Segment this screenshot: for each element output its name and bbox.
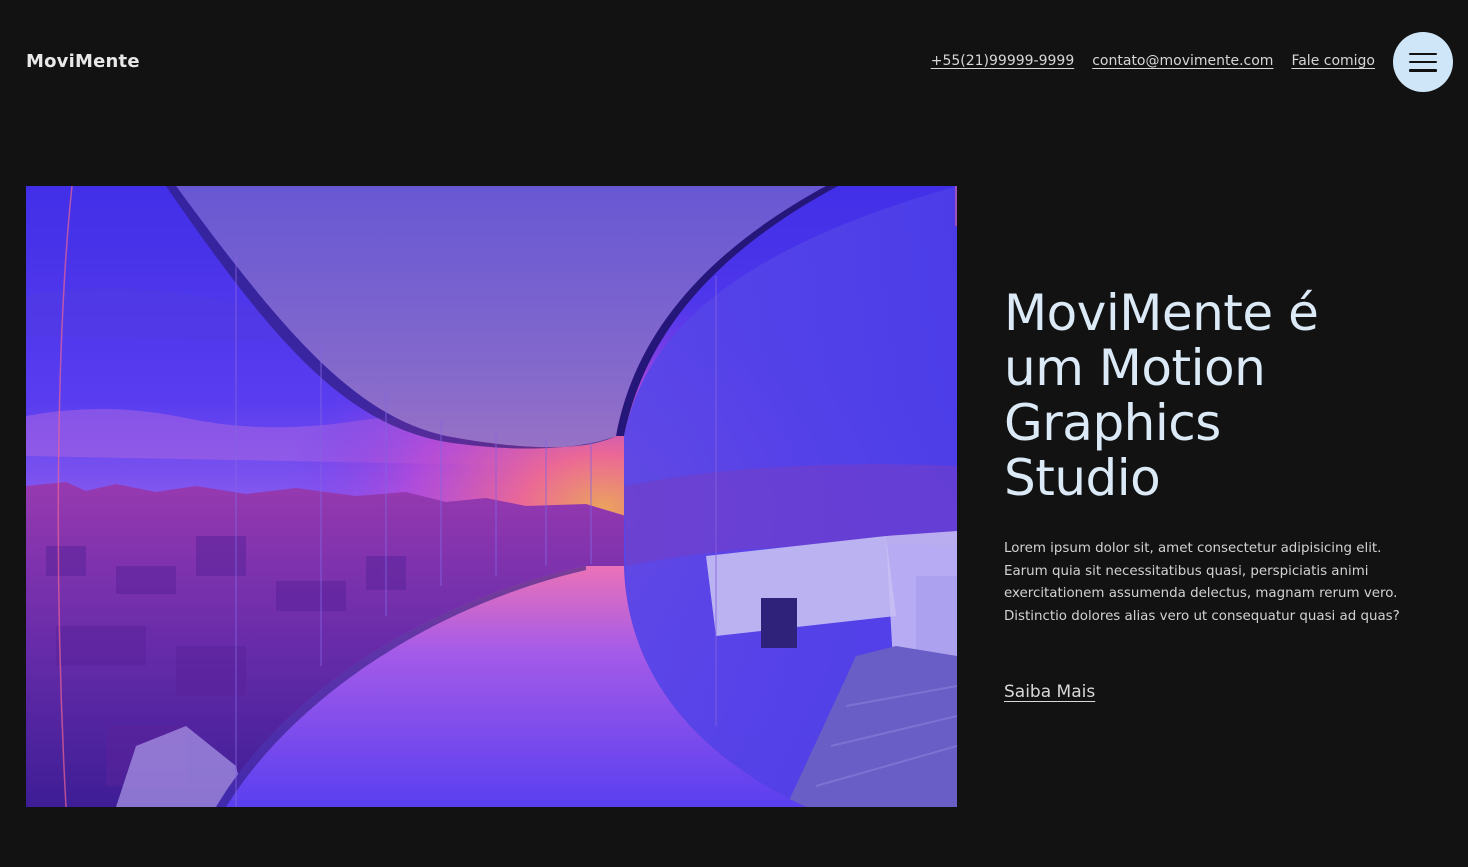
menu-button[interactable] xyxy=(1393,32,1453,92)
hero-title-line: Graphics xyxy=(1004,394,1221,452)
hero-title: MoviMente é um Motion Graphics Studio xyxy=(1004,286,1424,506)
logo[interactable]: MoviMente xyxy=(26,51,140,72)
email-link[interactable]: contato@movimente.com xyxy=(1092,53,1273,69)
hamburger-menu-icon xyxy=(1409,52,1437,72)
hero-description: Lorem ipsum dolor sit, amet consectetur … xyxy=(1004,541,1400,624)
hero-title-line: MoviMente é xyxy=(1004,284,1319,342)
phone-link[interactable]: +55(21)99999-9999 xyxy=(931,53,1075,69)
hero-title-line: um Motion xyxy=(1004,339,1266,397)
page: MoviMente +55(21)99999-9999 contato@movi… xyxy=(0,0,1468,867)
hero-image xyxy=(26,186,957,807)
hero-title-line: Studio xyxy=(1004,449,1161,507)
saiba-mais-link[interactable]: Saiba Mais xyxy=(1004,682,1095,702)
contact-link[interactable]: Fale comigo xyxy=(1291,53,1375,69)
header-nav: +55(21)99999-9999 contato@movimente.com … xyxy=(931,53,1375,69)
